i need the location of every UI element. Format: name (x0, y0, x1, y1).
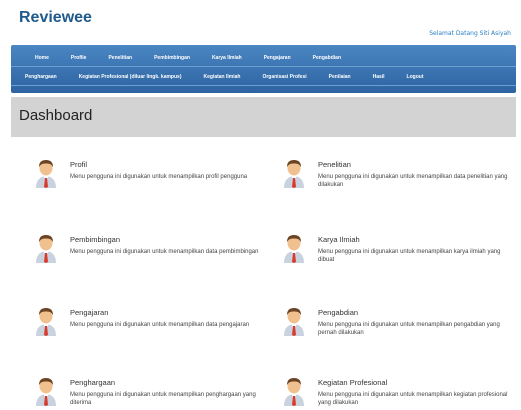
card-title[interactable]: Pengabdian (318, 308, 358, 317)
nav-profile[interactable]: Profile (71, 55, 87, 61)
user-avatar-icon (282, 376, 306, 406)
card-pembimbingan[interactable]: Pembimbingan Menu pengguna ini digunakan… (34, 233, 264, 281)
main-nav: Home Profile Penelitian Pembimbingan Kar… (11, 45, 516, 93)
nav-pengajaran[interactable]: Pengajaran (264, 55, 291, 61)
card-desc: Menu pengguna ini digunakan untuk menamp… (70, 322, 250, 328)
card-title[interactable]: Kegiatan Profesional (318, 378, 387, 387)
nav-row-empty (11, 85, 516, 93)
nav-kegiatan-profesional[interactable]: Kegiatan Profesional (diluar lingk. kamp… (79, 74, 182, 80)
nav-row-primary: Home Profile Penelitian Pembimbingan Kar… (11, 48, 516, 68)
card-penelitian[interactable]: Penelitian Menu pengguna ini digunakan u… (282, 158, 512, 206)
user-avatar-icon (282, 158, 306, 188)
nav-logout[interactable]: Logout (407, 74, 424, 80)
nav-kegiatan-ilmiah[interactable]: Kegiatan Ilmiah (204, 74, 241, 80)
card-profil[interactable]: Profil Menu pengguna ini digunakan untuk… (34, 158, 264, 206)
card-pengajaran[interactable]: Pengajaran Menu pengguna ini digunakan u… (34, 306, 264, 354)
card-pengabdian[interactable]: Pengabdian Menu pengguna ini digunakan u… (282, 306, 512, 354)
brand-logo[interactable]: Reviewee (19, 9, 92, 27)
page-title: Dashboard (19, 107, 93, 124)
card-title[interactable]: Pembimbingan (70, 235, 120, 244)
user-avatar-icon (34, 158, 58, 188)
welcome-text: Selamat Datang Siti Asiyah (429, 30, 511, 37)
card-title[interactable]: Karya Ilmiah (318, 235, 360, 244)
user-avatar-icon (34, 306, 58, 336)
card-title[interactable]: Profil (70, 160, 87, 169)
nav-home[interactable]: Home (35, 55, 49, 61)
card-title[interactable]: Pengajaran (70, 308, 108, 317)
card-desc: Menu pengguna ini digunakan untuk menamp… (318, 392, 508, 406)
nav-pembimbingan[interactable]: Pembimbingan (154, 55, 190, 61)
card-desc: Menu pengguna ini digunakan untuk menamp… (70, 392, 256, 406)
card-title[interactable]: Penelitian (318, 160, 351, 169)
card-desc: Menu pengguna ini digunakan untuk menamp… (318, 174, 508, 188)
user-avatar-icon (282, 306, 306, 336)
card-desc: Menu pengguna ini digunakan untuk menamp… (318, 322, 500, 336)
card-desc: Menu pengguna ini digunakan untuk menamp… (70, 174, 248, 180)
card-desc: Menu pengguna ini digunakan untuk menamp… (70, 249, 259, 255)
user-avatar-icon (34, 376, 58, 406)
nav-pengabdian[interactable]: Pengabdian (313, 55, 341, 61)
nav-penelitian[interactable]: Penelitian (108, 55, 132, 61)
user-avatar-icon (282, 233, 306, 263)
card-kegiatan-profesional[interactable]: Kegiatan Profesional Menu pengguna ini d… (282, 376, 512, 410)
card-title[interactable]: Penghargaan (70, 378, 115, 387)
dashboard-header: Dashboard (11, 97, 516, 137)
user-avatar-icon (34, 233, 58, 263)
card-karya-ilmiah[interactable]: Karya Ilmiah Menu pengguna ini digunakan… (282, 233, 512, 281)
nav-row-secondary: Penghargaan Kegiatan Profesional (diluar… (11, 66, 516, 86)
nav-karya-ilmiah[interactable]: Karya Ilmiah (212, 55, 242, 61)
card-penghargaan[interactable]: Penghargaan Menu pengguna ini digunakan … (34, 376, 264, 410)
nav-hasil[interactable]: Hasil (373, 74, 385, 80)
card-desc: Menu pengguna ini digunakan untuk menamp… (318, 249, 501, 263)
nav-penilaian[interactable]: Penilaian (329, 74, 351, 80)
nav-penghargaan[interactable]: Penghargaan (25, 74, 57, 80)
nav-organisasi-profesi[interactable]: Organisasi Profesi (262, 74, 306, 80)
